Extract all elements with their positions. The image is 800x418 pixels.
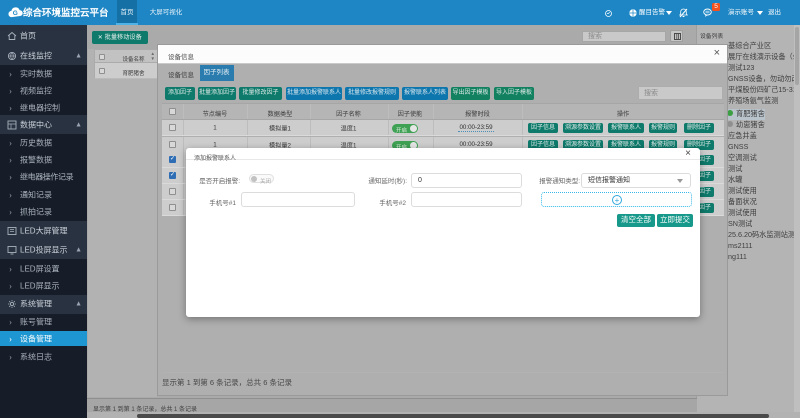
svg-text:G: G [13, 9, 18, 16]
